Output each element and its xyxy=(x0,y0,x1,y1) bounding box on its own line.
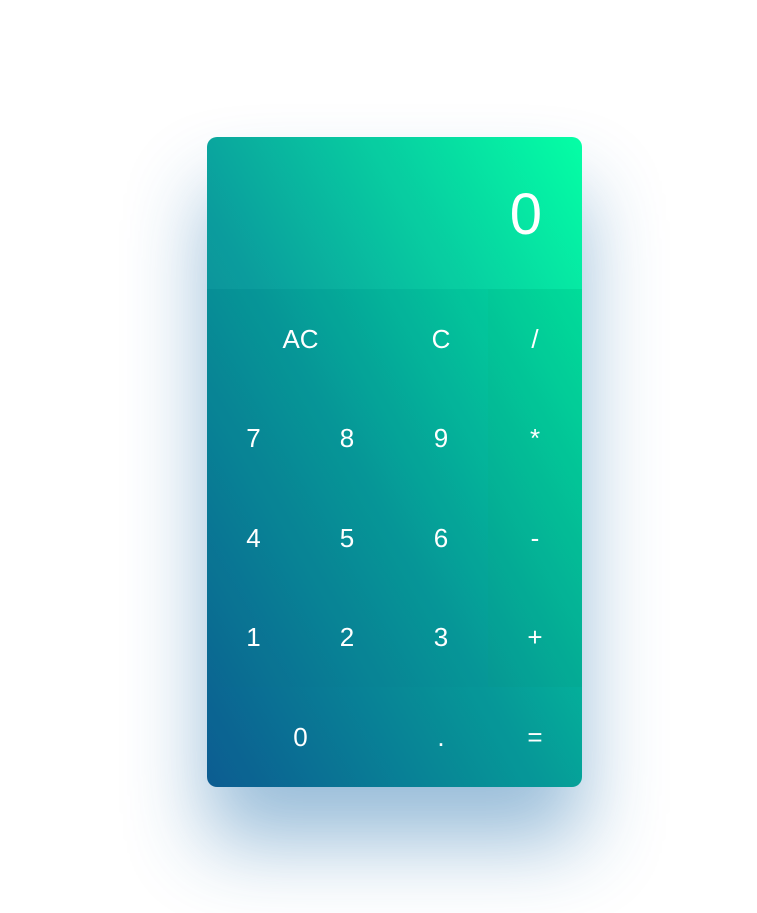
add-button[interactable]: + xyxy=(488,588,582,687)
clear-button[interactable]: C xyxy=(394,289,488,389)
digit-2-button[interactable]: 2 xyxy=(300,588,394,687)
equals-button[interactable]: = xyxy=(488,687,582,787)
digit-7-button[interactable]: 7 xyxy=(207,389,300,488)
display-value: 0 xyxy=(509,182,542,247)
divide-button[interactable]: / xyxy=(488,289,582,389)
all-clear-button[interactable]: AC xyxy=(207,289,394,389)
keypad: AC C / 7 8 9 * 4 5 6 - 1 2 3 + 0 . = xyxy=(207,289,582,787)
digit-3-button[interactable]: 3 xyxy=(394,588,488,687)
digit-9-button[interactable]: 9 xyxy=(394,389,488,488)
digit-8-button[interactable]: 8 xyxy=(300,389,394,488)
digit-6-button[interactable]: 6 xyxy=(394,488,488,588)
digit-0-button[interactable]: 0 xyxy=(207,687,394,787)
digit-1-button[interactable]: 1 xyxy=(207,588,300,687)
calculator: 0 AC C / 7 8 9 * 4 5 6 - 1 2 3 + 0 . = xyxy=(207,137,582,787)
subtract-button[interactable]: - xyxy=(488,488,582,588)
decimal-button[interactable]: . xyxy=(394,687,488,787)
display: 0 xyxy=(207,137,582,289)
digit-4-button[interactable]: 4 xyxy=(207,488,300,588)
digit-5-button[interactable]: 5 xyxy=(300,488,394,588)
multiply-button[interactable]: * xyxy=(488,389,582,488)
